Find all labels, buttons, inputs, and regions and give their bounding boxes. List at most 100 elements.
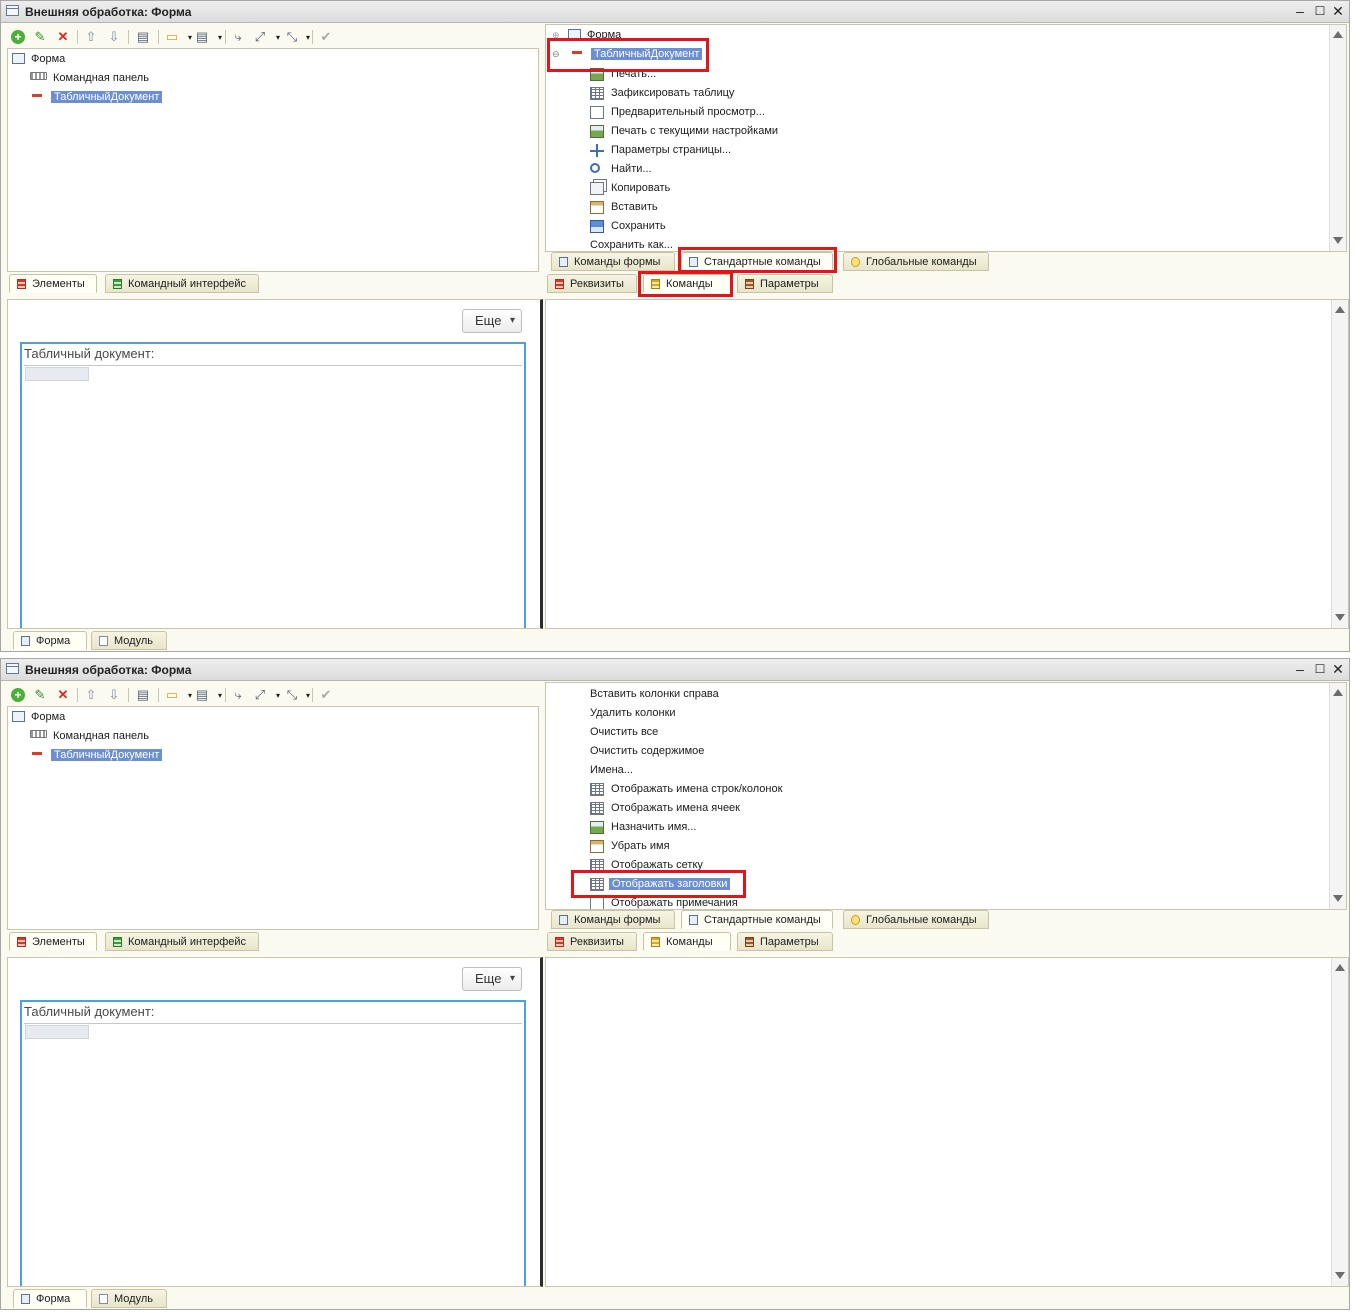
scrollbar[interactable]: [1331, 300, 1348, 628]
move-down-icon[interactable]: ⇩: [105, 686, 123, 704]
chevron-down-icon[interactable]: ▾: [299, 28, 317, 46]
tab-command-interface[interactable]: Командный интерфейс: [105, 274, 259, 293]
command-item[interactable]: Очистить все: [590, 723, 658, 742]
scroll-up-icon[interactable]: [1335, 306, 1345, 313]
resize-icon[interactable]: ⤢: [251, 28, 269, 46]
layout-icon[interactable]: ▤: [193, 28, 211, 46]
form-view-icon[interactable]: ▭: [163, 686, 181, 704]
form-commands-icon: [559, 257, 568, 267]
tab-parameters[interactable]: Параметры: [737, 274, 833, 293]
scroll-up-icon[interactable]: [1335, 964, 1345, 971]
command-item[interactable]: Параметры страницы...: [590, 141, 731, 160]
tab-standard-commands[interactable]: Стандартные команды: [681, 910, 833, 929]
tree-item-form[interactable]: Форма: [12, 51, 65, 68]
spreadsheet-field[interactable]: Табличный документ:: [20, 1000, 526, 1286]
move-down-icon[interactable]: ⇩: [105, 28, 123, 46]
spreadsheet-area[interactable]: [24, 1023, 522, 1284]
spreadsheet-area[interactable]: [24, 365, 522, 626]
tree-item-spreadsheet[interactable]: ТабличныйДокумент: [32, 89, 163, 106]
command-item[interactable]: Отображать имена строк/колонок: [590, 780, 782, 799]
tree-item-command-bar[interactable]: Командная панель: [30, 70, 149, 87]
command-item[interactable]: Вставить колонки справа: [590, 685, 719, 704]
edit-icon[interactable]: ✎: [31, 28, 49, 46]
scroll-up-icon[interactable]: [1333, 31, 1343, 38]
scrollbar[interactable]: [1329, 683, 1346, 909]
notes-icon: [590, 897, 604, 909]
properties-icon[interactable]: ▤: [134, 686, 152, 704]
check-icon[interactable]: ✔: [317, 28, 335, 46]
command-interface-icon: [113, 937, 122, 947]
chevron-down-icon[interactable]: ▾: [299, 686, 317, 704]
tree-item-spreadsheet[interactable]: ТабличныйДокумент: [32, 747, 163, 764]
minimize-button[interactable]: –: [1291, 2, 1309, 20]
tab-form[interactable]: Форма: [13, 631, 87, 650]
tab-attributes[interactable]: Реквизиты: [547, 274, 637, 293]
command-item[interactable]: Вставить: [590, 198, 658, 217]
tree-item-command-bar[interactable]: Командная панель: [30, 728, 149, 745]
tab-global-commands[interactable]: Глобальные команды: [843, 252, 989, 271]
spreadsheet-cell[interactable]: [25, 1025, 89, 1039]
scroll-down-icon[interactable]: [1333, 895, 1343, 902]
tab-attributes[interactable]: Реквизиты: [547, 932, 637, 951]
resize-icon[interactable]: ⤢: [251, 686, 269, 704]
tab-module[interactable]: Модуль: [91, 1289, 167, 1308]
chevron-down-icon[interactable]: ▾: [211, 686, 229, 704]
command-item[interactable]: Назначить имя...: [590, 818, 696, 837]
add-icon[interactable]: +: [9, 28, 27, 46]
move-up-icon[interactable]: ⇧: [82, 686, 100, 704]
tab-parameters[interactable]: Параметры: [737, 932, 833, 951]
scrollbar[interactable]: [1329, 25, 1346, 251]
delete-icon[interactable]: ✕: [54, 28, 72, 46]
chevron-down-icon[interactable]: ▾: [211, 28, 229, 46]
more-button[interactable]: Еще: [462, 309, 522, 333]
tab-module[interactable]: Модуль: [91, 631, 167, 650]
tab-commands[interactable]: Команды: [643, 932, 731, 951]
edit-icon[interactable]: ✎: [31, 686, 49, 704]
command-item[interactable]: Удалить колонки: [590, 704, 676, 723]
close-button[interactable]: ✕: [1329, 660, 1347, 678]
tab-global-commands[interactable]: Глобальные команды: [843, 910, 989, 929]
properties-icon[interactable]: ▤: [134, 28, 152, 46]
command-item[interactable]: Убрать имя: [590, 837, 670, 856]
tab-form-commands[interactable]: Команды формы: [551, 910, 675, 929]
spreadsheet-cell[interactable]: [25, 367, 89, 381]
command-item[interactable]: Копировать: [590, 179, 670, 198]
scroll-down-icon[interactable]: [1335, 1272, 1345, 1279]
tab-command-interface[interactable]: Командный интерфейс: [105, 932, 259, 951]
tab-form-commands[interactable]: Команды формы: [551, 252, 675, 271]
scroll-up-icon[interactable]: [1333, 689, 1343, 696]
command-item[interactable]: Сохранить как...: [590, 236, 673, 251]
close-button[interactable]: ✕: [1329, 2, 1347, 20]
command-item[interactable]: Отображать имена ячеек: [590, 799, 740, 818]
swap-icon[interactable]: ⤷: [229, 686, 247, 704]
maximize-button[interactable]: ☐: [1311, 2, 1329, 20]
tab-elements[interactable]: Элементы: [9, 274, 97, 293]
layout-icon[interactable]: ▤: [193, 686, 211, 704]
maximize-button[interactable]: ☐: [1311, 660, 1329, 678]
command-item[interactable]: Найти...: [590, 160, 652, 179]
bottom-tabbar: Форма Модуль: [9, 1289, 309, 1309]
editor-window-top: Внешняя обработка: Форма – ☐ ✕ + ✎ ✕ ⇧ ⇩…: [0, 0, 1350, 652]
more-button[interactable]: Еще: [462, 967, 522, 991]
add-icon[interactable]: +: [9, 686, 27, 704]
scroll-down-icon[interactable]: [1335, 614, 1345, 621]
form-view-icon[interactable]: ▭: [163, 28, 181, 46]
command-item[interactable]: Зафиксировать таблицу: [590, 84, 734, 103]
tree-item-form[interactable]: Форма: [12, 709, 65, 726]
command-item[interactable]: Предварительный просмотр...: [590, 103, 765, 122]
move-up-icon[interactable]: ⇧: [82, 28, 100, 46]
commands-icon: [651, 937, 660, 947]
command-item[interactable]: Сохранить: [590, 217, 666, 236]
command-item[interactable]: Очистить содержимое: [590, 742, 704, 761]
command-item[interactable]: Печать с текущими настройками: [590, 122, 778, 141]
minimize-button[interactable]: –: [1291, 660, 1309, 678]
spreadsheet-field[interactable]: Табличный документ:: [20, 342, 526, 628]
swap-icon[interactable]: ⤷: [229, 28, 247, 46]
tab-form[interactable]: Форма: [13, 1289, 87, 1308]
scroll-down-icon[interactable]: [1333, 237, 1343, 244]
delete-icon[interactable]: ✕: [54, 686, 72, 704]
check-icon[interactable]: ✔: [317, 686, 335, 704]
command-item[interactable]: Имена...: [590, 761, 633, 780]
tab-elements[interactable]: Элементы: [9, 932, 97, 951]
scrollbar[interactable]: [1331, 958, 1348, 1286]
